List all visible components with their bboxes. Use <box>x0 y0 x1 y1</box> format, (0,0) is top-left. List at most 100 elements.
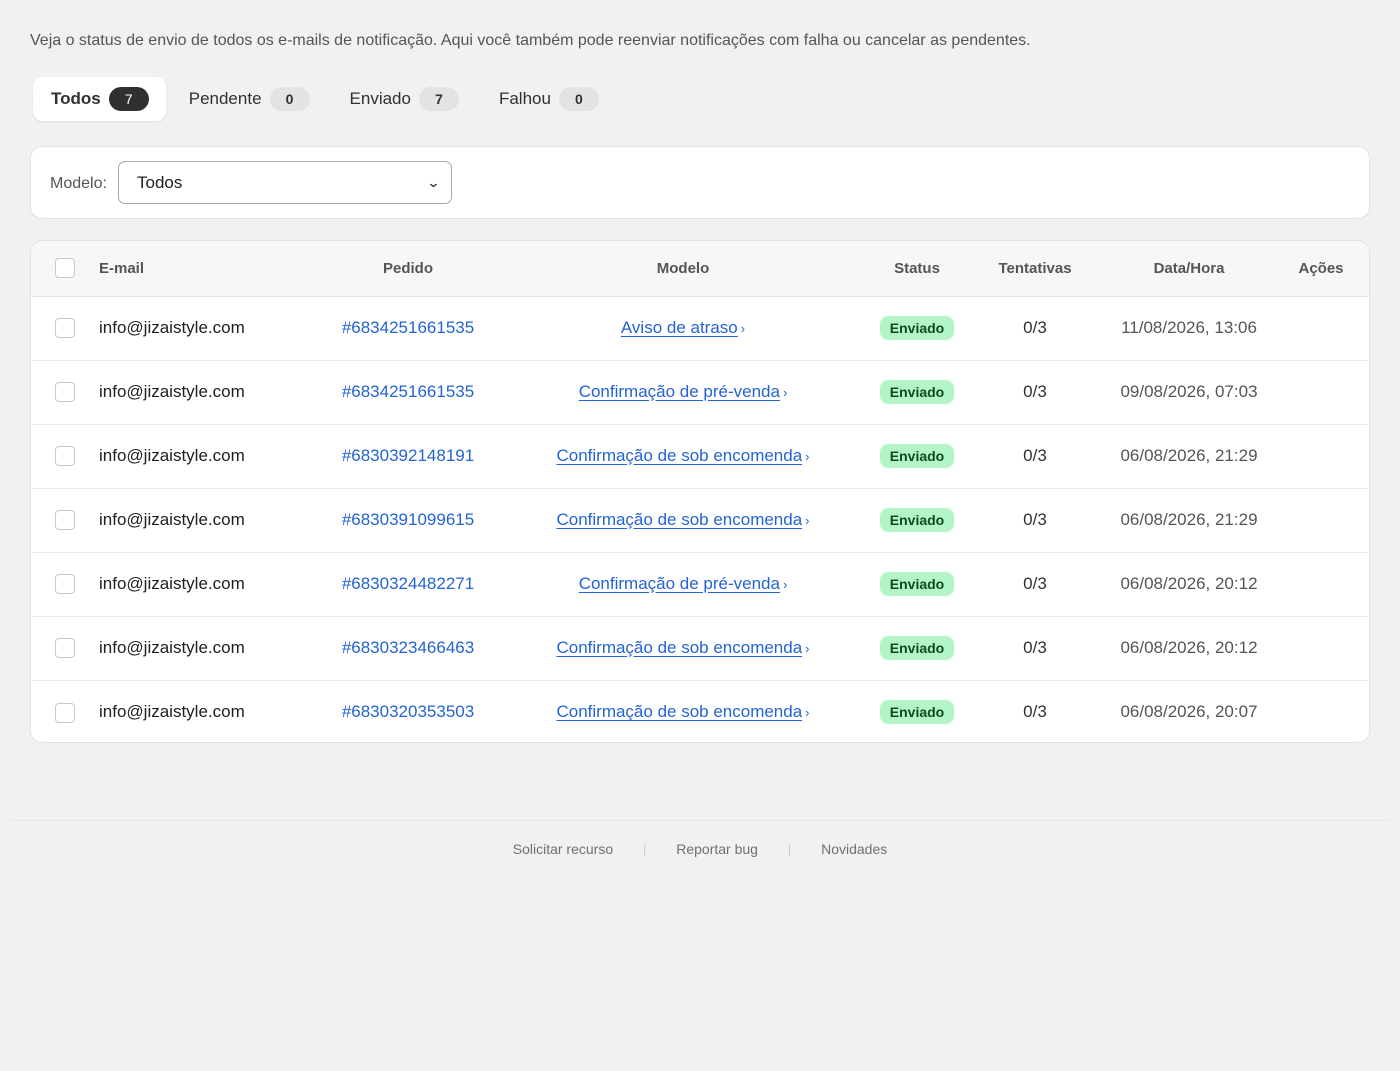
row-order-cell: #6830392148191 <box>321 424 495 488</box>
order-link[interactable]: #6834251661535 <box>342 382 474 401</box>
footer-link-report-bug[interactable]: Reportar bug <box>676 841 758 857</box>
chevron-right-icon: › <box>740 321 746 336</box>
chevron-right-icon: › <box>805 641 810 656</box>
header-attempts[interactable]: Tentativas <box>963 241 1107 296</box>
row-order-cell: #6830323466463 <box>321 616 495 680</box>
row-actions-cell <box>1271 616 1369 680</box>
model-link-label: Confirmação de sob encomenda <box>556 702 803 722</box>
tab-todos[interactable]: Todos 7 <box>33 77 166 121</box>
chevron-right-icon: › <box>805 513 810 528</box>
tab-falhou[interactable]: Falhou 0 <box>481 77 616 121</box>
row-checkbox[interactable] <box>54 510 75 531</box>
row-attempts: 0/3 <box>1023 638 1047 657</box>
status-badge: Enviado <box>879 380 955 404</box>
row-checkbox[interactable] <box>54 446 75 467</box>
row-email: info@jizaistyle.com <box>99 382 245 401</box>
header-email[interactable]: E-mail <box>98 241 321 296</box>
row-model-cell: Confirmação de pré-venda › <box>495 552 871 616</box>
row-checkbox[interactable] <box>54 638 75 659</box>
row-attempts: 0/3 <box>1023 318 1047 337</box>
select-all-cell <box>31 241 98 296</box>
footer: Solicitar recurso | Reportar bug | Novid… <box>10 820 1390 857</box>
tab-count-badge: 7 <box>108 87 149 111</box>
model-link[interactable]: Confirmação de pré-venda › <box>579 574 788 593</box>
model-link[interactable]: Confirmação de pré-venda › <box>579 382 788 401</box>
header-order[interactable]: Pedido <box>321 241 495 296</box>
order-link[interactable]: #6830323466463 <box>342 638 474 657</box>
footer-divider: | <box>787 842 792 856</box>
footer-divider: | <box>643 842 647 856</box>
status-badge: Enviado <box>879 636 955 660</box>
model-link[interactable]: Confirmação de sob encomenda › <box>556 446 809 465</box>
row-email: info@jizaistyle.com <box>99 638 245 657</box>
row-model-cell: Aviso de atraso › <box>495 296 871 360</box>
order-link[interactable]: #6830391099615 <box>342 510 474 529</box>
row-email: info@jizaistyle.com <box>99 574 245 593</box>
row-datetime: 06/08/2026, 21:29 <box>1120 510 1258 529</box>
row-order-cell: #6834251661535 <box>321 360 495 424</box>
row-order-cell: #6834251661535 <box>321 296 495 360</box>
tab-label: Todos <box>51 89 101 108</box>
row-model-cell: Confirmação de sob encomenda › <box>495 680 871 742</box>
header-actions: Ações <box>1298 259 1344 277</box>
row-checkbox[interactable] <box>54 318 75 339</box>
row-select-cell <box>31 296 98 360</box>
row-status-cell: Enviado <box>871 296 963 360</box>
tab-enviado[interactable]: Enviado 7 <box>332 77 476 121</box>
row-attempts: 0/3 <box>1023 446 1047 465</box>
footer-link-news[interactable]: Novidades <box>821 841 887 857</box>
row-actions-cell <box>1271 296 1369 360</box>
table-row: info@jizaistyle.com #6830323466463 Confirm… <box>31 616 1369 680</box>
order-link[interactable]: #6830392148191 <box>342 446 474 465</box>
row-email: info@jizaistyle.com <box>99 510 245 529</box>
order-link[interactable]: #6834251661535 <box>342 318 474 337</box>
tab-count-badge: 0 <box>558 87 599 111</box>
order-link[interactable]: #6830320353503 <box>342 702 474 721</box>
row-attempts: 0/3 <box>1023 574 1047 593</box>
row-datetime: 06/08/2026, 21:29 <box>1120 446 1258 465</box>
tab-label: Pendente <box>188 89 262 108</box>
row-email: info@jizaistyle.com <box>99 446 245 465</box>
row-email: info@jizaistyle.com <box>99 318 245 337</box>
header-datetime[interactable]: Data/Hora <box>1107 241 1271 296</box>
row-status-cell: Enviado <box>871 424 963 488</box>
model-link[interactable]: Confirmação de sob encomenda › <box>556 702 809 721</box>
model-link[interactable]: Confirmação de sob encomenda › <box>556 510 809 529</box>
row-attempts: 0/3 <box>1023 510 1047 529</box>
row-attempts: 0/3 <box>1023 702 1047 722</box>
tab-pendente[interactable]: Pendente 0 <box>171 77 327 121</box>
row-checkbox[interactable] <box>54 702 75 723</box>
chevron-right-icon: › <box>782 577 788 592</box>
table-row: info@jizaistyle.com #6834251661535 Aviso d… <box>31 296 1369 360</box>
footer-link-request-feature[interactable]: Solicitar recurso <box>513 841 613 857</box>
notifications-table-card: E-mail Pedido Modelo Status Tentativas D… <box>30 240 1370 743</box>
row-select-cell <box>31 552 98 616</box>
chevron-right-icon: › <box>782 385 788 400</box>
status-badge: Enviado <box>879 508 955 532</box>
select-all-checkbox[interactable] <box>54 258 75 279</box>
model-link[interactable]: Confirmação de sob encomenda › <box>556 638 809 657</box>
order-link[interactable]: #6830324482271 <box>342 574 474 593</box>
header-model[interactable]: Modelo <box>495 241 871 296</box>
header-status[interactable]: Status <box>871 241 963 296</box>
row-model-cell: Confirmação de pré-venda › <box>495 360 871 424</box>
status-badge: Enviado <box>879 572 955 596</box>
row-status-cell: Enviado <box>871 552 963 616</box>
row-checkbox[interactable] <box>54 382 75 403</box>
row-checkbox[interactable] <box>54 574 75 595</box>
status-tabs: Todos 7 Pendente 0 Enviado 7 Falhou 0 <box>33 77 621 121</box>
table-row: info@jizaistyle.com #6830392148191 Confirm… <box>31 424 1369 488</box>
model-link[interactable]: Aviso de atraso › <box>621 318 745 337</box>
model-filter-select[interactable]: Todos ⌄ <box>118 161 452 204</box>
row-datetime: 11/08/2026, 13:06 <box>1121 318 1257 337</box>
status-badge: Enviado <box>879 316 955 340</box>
row-actions-cell <box>1271 424 1369 488</box>
table-row: info@jizaistyle.com #6830324482271 Confirm… <box>31 552 1369 616</box>
table-header-row: E-mail Pedido Modelo Status Tentativas D… <box>31 241 1369 296</box>
table-row: info@jizaistyle.com #6834251661535 Confirm… <box>31 360 1369 424</box>
table-row: info@jizaistyle.com #6830391099615 Confirm… <box>31 488 1369 552</box>
status-badge: Enviado <box>879 444 955 468</box>
row-email: info@jizaistyle.com <box>99 702 245 722</box>
chevron-right-icon: › <box>805 705 810 721</box>
row-actions-cell <box>1271 488 1369 552</box>
